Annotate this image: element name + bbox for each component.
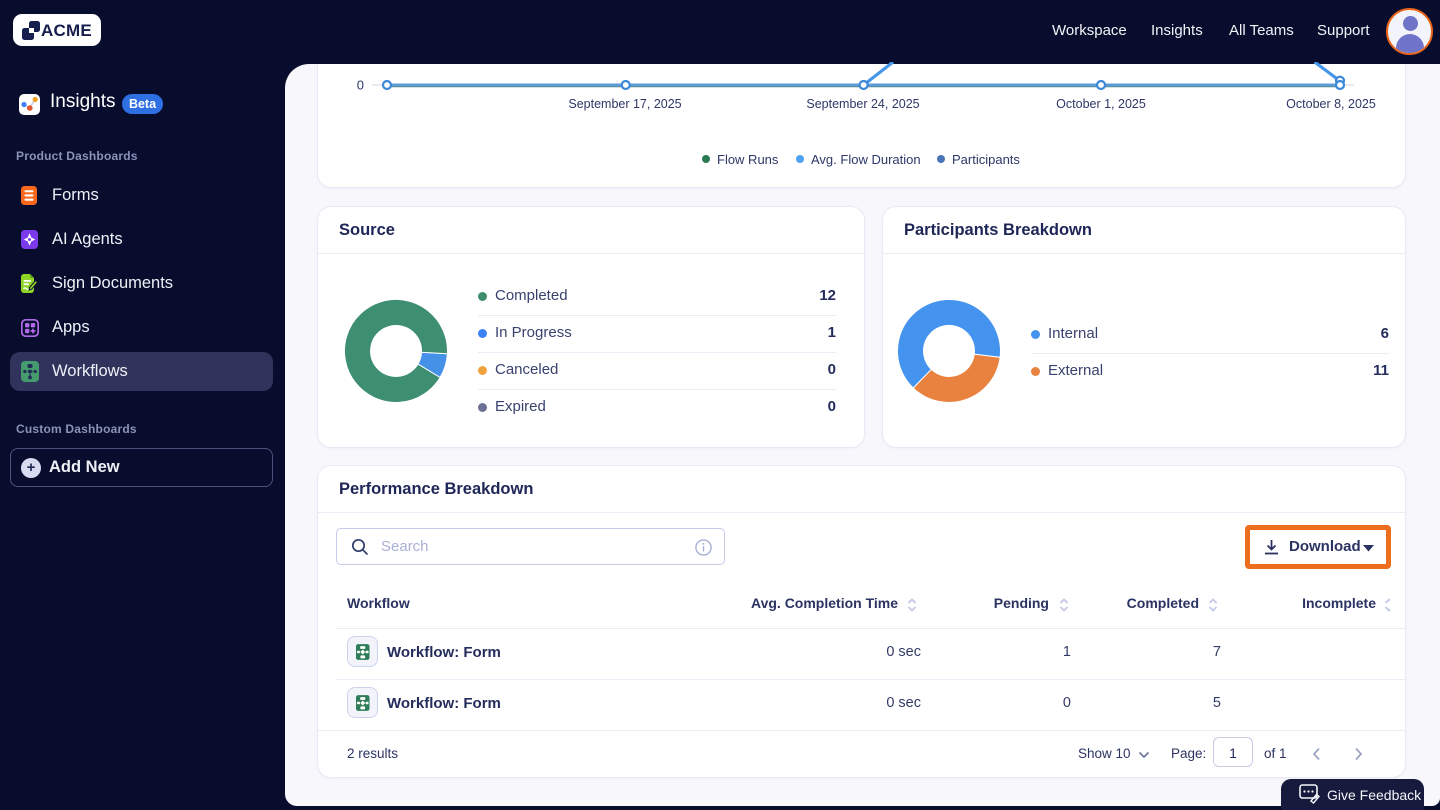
svg-text:0: 0 [357,78,364,93]
